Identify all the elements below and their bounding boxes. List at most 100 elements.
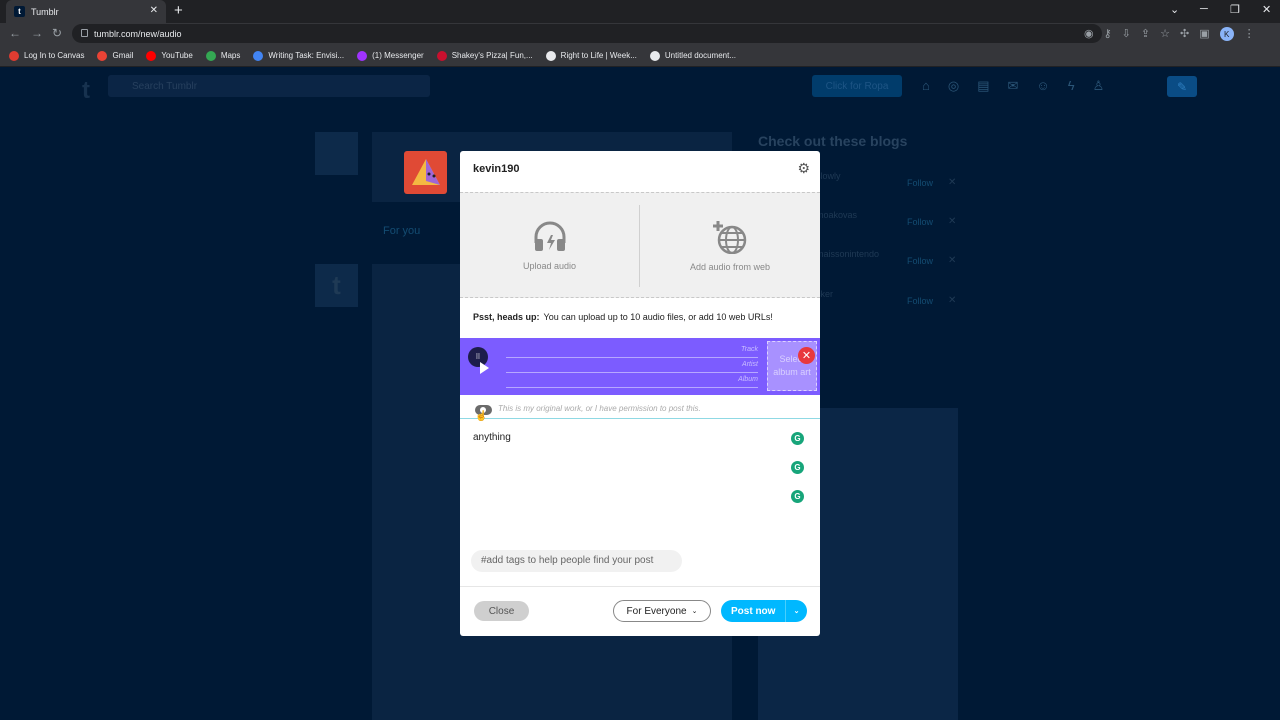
globe-plus-icon: [713, 221, 747, 254]
dismiss-icon[interactable]: ✕: [948, 255, 956, 266]
gear-icon[interactable]: ⚙: [797, 160, 810, 177]
bookmark-label: Maps: [220, 51, 241, 60]
messages-icon[interactable]: ☺: [1036, 78, 1049, 94]
headsup-text: You can upload up to 10 audio files, or …: [543, 312, 773, 322]
bookmark-item[interactable]: YouTube: [146, 50, 193, 61]
tab-for-you[interactable]: For you: [383, 225, 433, 247]
forward-icon[interactable]: →: [31, 26, 43, 40]
audience-label: For Everyone: [626, 605, 687, 617]
bookmark-item[interactable]: Shakey's Pizza| Fun,...: [436, 50, 533, 61]
shop-icon[interactable]: ▤: [977, 78, 989, 94]
add-audio-from-web-button[interactable]: Add audio from web: [640, 193, 820, 299]
audio-source-panel: Upload audio Add audio from web: [460, 192, 820, 298]
bookmark-favicon-icon: [436, 50, 447, 61]
lock-icon: [81, 29, 88, 37]
inbox-icon[interactable]: ✉: [1008, 78, 1019, 94]
tab-search-icon[interactable]: ⌄: [1170, 3, 1179, 16]
back-icon[interactable]: ←: [9, 26, 21, 40]
post-now-button[interactable]: Post now ⌄: [721, 600, 807, 622]
bookmark-item[interactable]: Log In to Canvas: [9, 50, 85, 61]
follow-button[interactable]: Follow: [907, 217, 933, 227]
activity-icon[interactable]: ϟ: [1068, 78, 1075, 94]
extensions-puzzle-icon[interactable]: ✣: [1180, 27, 1189, 41]
share-icon[interactable]: ⇪: [1141, 27, 1150, 41]
tab-close-icon[interactable]: ✕: [150, 5, 158, 16]
bookmark-favicon-icon: [146, 50, 157, 61]
tumblr-favicon: t: [14, 6, 25, 17]
install-icon[interactable]: ⇩: [1122, 27, 1131, 41]
grammarly-icon[interactable]: G: [791, 490, 804, 503]
user-avatar[interactable]: [315, 132, 358, 175]
bookmark-star-icon[interactable]: ☆: [1160, 27, 1170, 41]
search-input[interactable]: Search Tumblr: [108, 75, 430, 97]
chevron-down-icon: ⌄: [691, 608, 698, 615]
address-bar: ← → ↻ tumblr.com/new/audio ◉ ⚷ ⇩ ⇪ ☆ ✣ ▣…: [0, 23, 1280, 45]
reload-icon[interactable]: ↻: [52, 26, 62, 40]
password-key-icon[interactable]: ⚷: [1104, 27, 1112, 41]
restore-icon[interactable]: ❐: [1230, 3, 1240, 16]
bookmark-item[interactable]: Gmail: [97, 50, 134, 61]
account-icon[interactable]: ♙: [1093, 78, 1105, 94]
create-post-icon[interactable]: ✎: [1167, 76, 1197, 97]
blog-avatar[interactable]: [404, 151, 447, 194]
tags-input[interactable]: #add tags to help people find your post: [471, 550, 682, 572]
close-button[interactable]: Close: [474, 601, 529, 621]
bookmark-item[interactable]: Writing Task: Envisi...: [253, 50, 345, 61]
play-icon[interactable]: [480, 362, 489, 374]
bookmark-item[interactable]: (1) Messenger: [357, 50, 424, 61]
bookmark-label: Log In to Canvas: [24, 51, 85, 60]
minimize-icon[interactable]: ─: [1200, 3, 1208, 15]
post-username: kevin190: [473, 163, 520, 175]
post-body-text[interactable]: anything: [473, 432, 511, 443]
bookmarks-bar: Log In to Canvas Gmail YouTube Maps Writing …: [0, 45, 1280, 67]
profile-avatar[interactable]: K: [1219, 27, 1234, 41]
bookmark-label: Gmail: [112, 51, 134, 60]
dismiss-icon[interactable]: ✕: [948, 295, 956, 306]
grammarly-extension-icon[interactable]: ◉: [1084, 27, 1094, 41]
bookmark-label: (1) Messenger: [372, 51, 424, 60]
audio-player-block: ⠿ Track Artist Album Select album art: [460, 338, 820, 395]
bookmark-item[interactable]: Right to Life | Week...: [545, 50, 637, 61]
side-panel-icon[interactable]: ▣: [1199, 27, 1209, 41]
header-promo-button[interactable]: Click for Ropa: [812, 75, 902, 97]
dismiss-icon[interactable]: ✕: [948, 216, 956, 227]
bookmark-item[interactable]: Maps: [205, 50, 241, 61]
dismiss-icon[interactable]: ✕: [948, 177, 956, 188]
upload-audio-label: Upload audio: [522, 261, 577, 271]
grammarly-icon[interactable]: G: [791, 432, 804, 445]
track-input[interactable]: Track: [506, 344, 758, 358]
audience-select[interactable]: For Everyone ⌄: [613, 600, 711, 622]
explore-icon[interactable]: ◎: [948, 78, 959, 94]
original-work-row: This is my original work, or I have perm…: [460, 401, 820, 419]
blog-name[interactable]: moakovas: [816, 210, 857, 220]
album-input[interactable]: Album: [506, 374, 758, 388]
grammarly-icon[interactable]: G: [791, 461, 804, 474]
follow-button[interactable]: Follow: [907, 178, 933, 188]
browser-tab-tumblr[interactable]: t Tumblr ✕: [6, 0, 166, 23]
bookmark-label: Writing Task: Envisi...: [268, 51, 345, 60]
window-close-icon[interactable]: ✕: [1262, 3, 1271, 16]
tab-title: Tumblr: [31, 6, 59, 17]
remove-audio-close-icon[interactable]: ✕: [798, 347, 815, 364]
bookmark-favicon-icon: [649, 50, 660, 61]
browser-menu-icon[interactable]: ⋮: [1244, 27, 1255, 41]
post-options-chevron-icon[interactable]: ⌄: [785, 600, 807, 622]
follow-button[interactable]: Follow: [907, 296, 933, 306]
new-tab-button[interactable]: +: [174, 2, 183, 19]
url-field[interactable]: tumblr.com/new/audio: [72, 24, 1102, 43]
tumblr-logo[interactable]: t: [82, 77, 90, 105]
blog-name[interactable]: maissonintendo: [816, 249, 879, 259]
bookmark-item[interactable]: Untitled document...: [649, 50, 737, 61]
bookmark-label: Right to Life | Week...: [560, 51, 637, 60]
url-text: tumblr.com/new/audio: [94, 28, 182, 39]
hand-cursor-icon: ☝: [475, 411, 488, 422]
bookmark-label: Untitled document...: [664, 51, 737, 60]
browser-tab-strip: t Tumblr ✕ + ⌄ ─ ❐ ✕: [0, 0, 1280, 23]
staff-avatar[interactable]: t: [315, 264, 358, 307]
extension-icons: ◉ ⚷ ⇩ ⇪ ☆ ✣ ▣ K ⋮: [1084, 27, 1255, 41]
upload-audio-button[interactable]: Upload audio: [460, 193, 639, 299]
follow-button[interactable]: Follow: [907, 256, 933, 266]
artist-input[interactable]: Artist: [506, 359, 758, 373]
header-nav-icons: ⌂ ◎ ▤ ✉ ☺ ϟ ♙: [922, 78, 1104, 94]
home-icon[interactable]: ⌂: [922, 78, 930, 94]
